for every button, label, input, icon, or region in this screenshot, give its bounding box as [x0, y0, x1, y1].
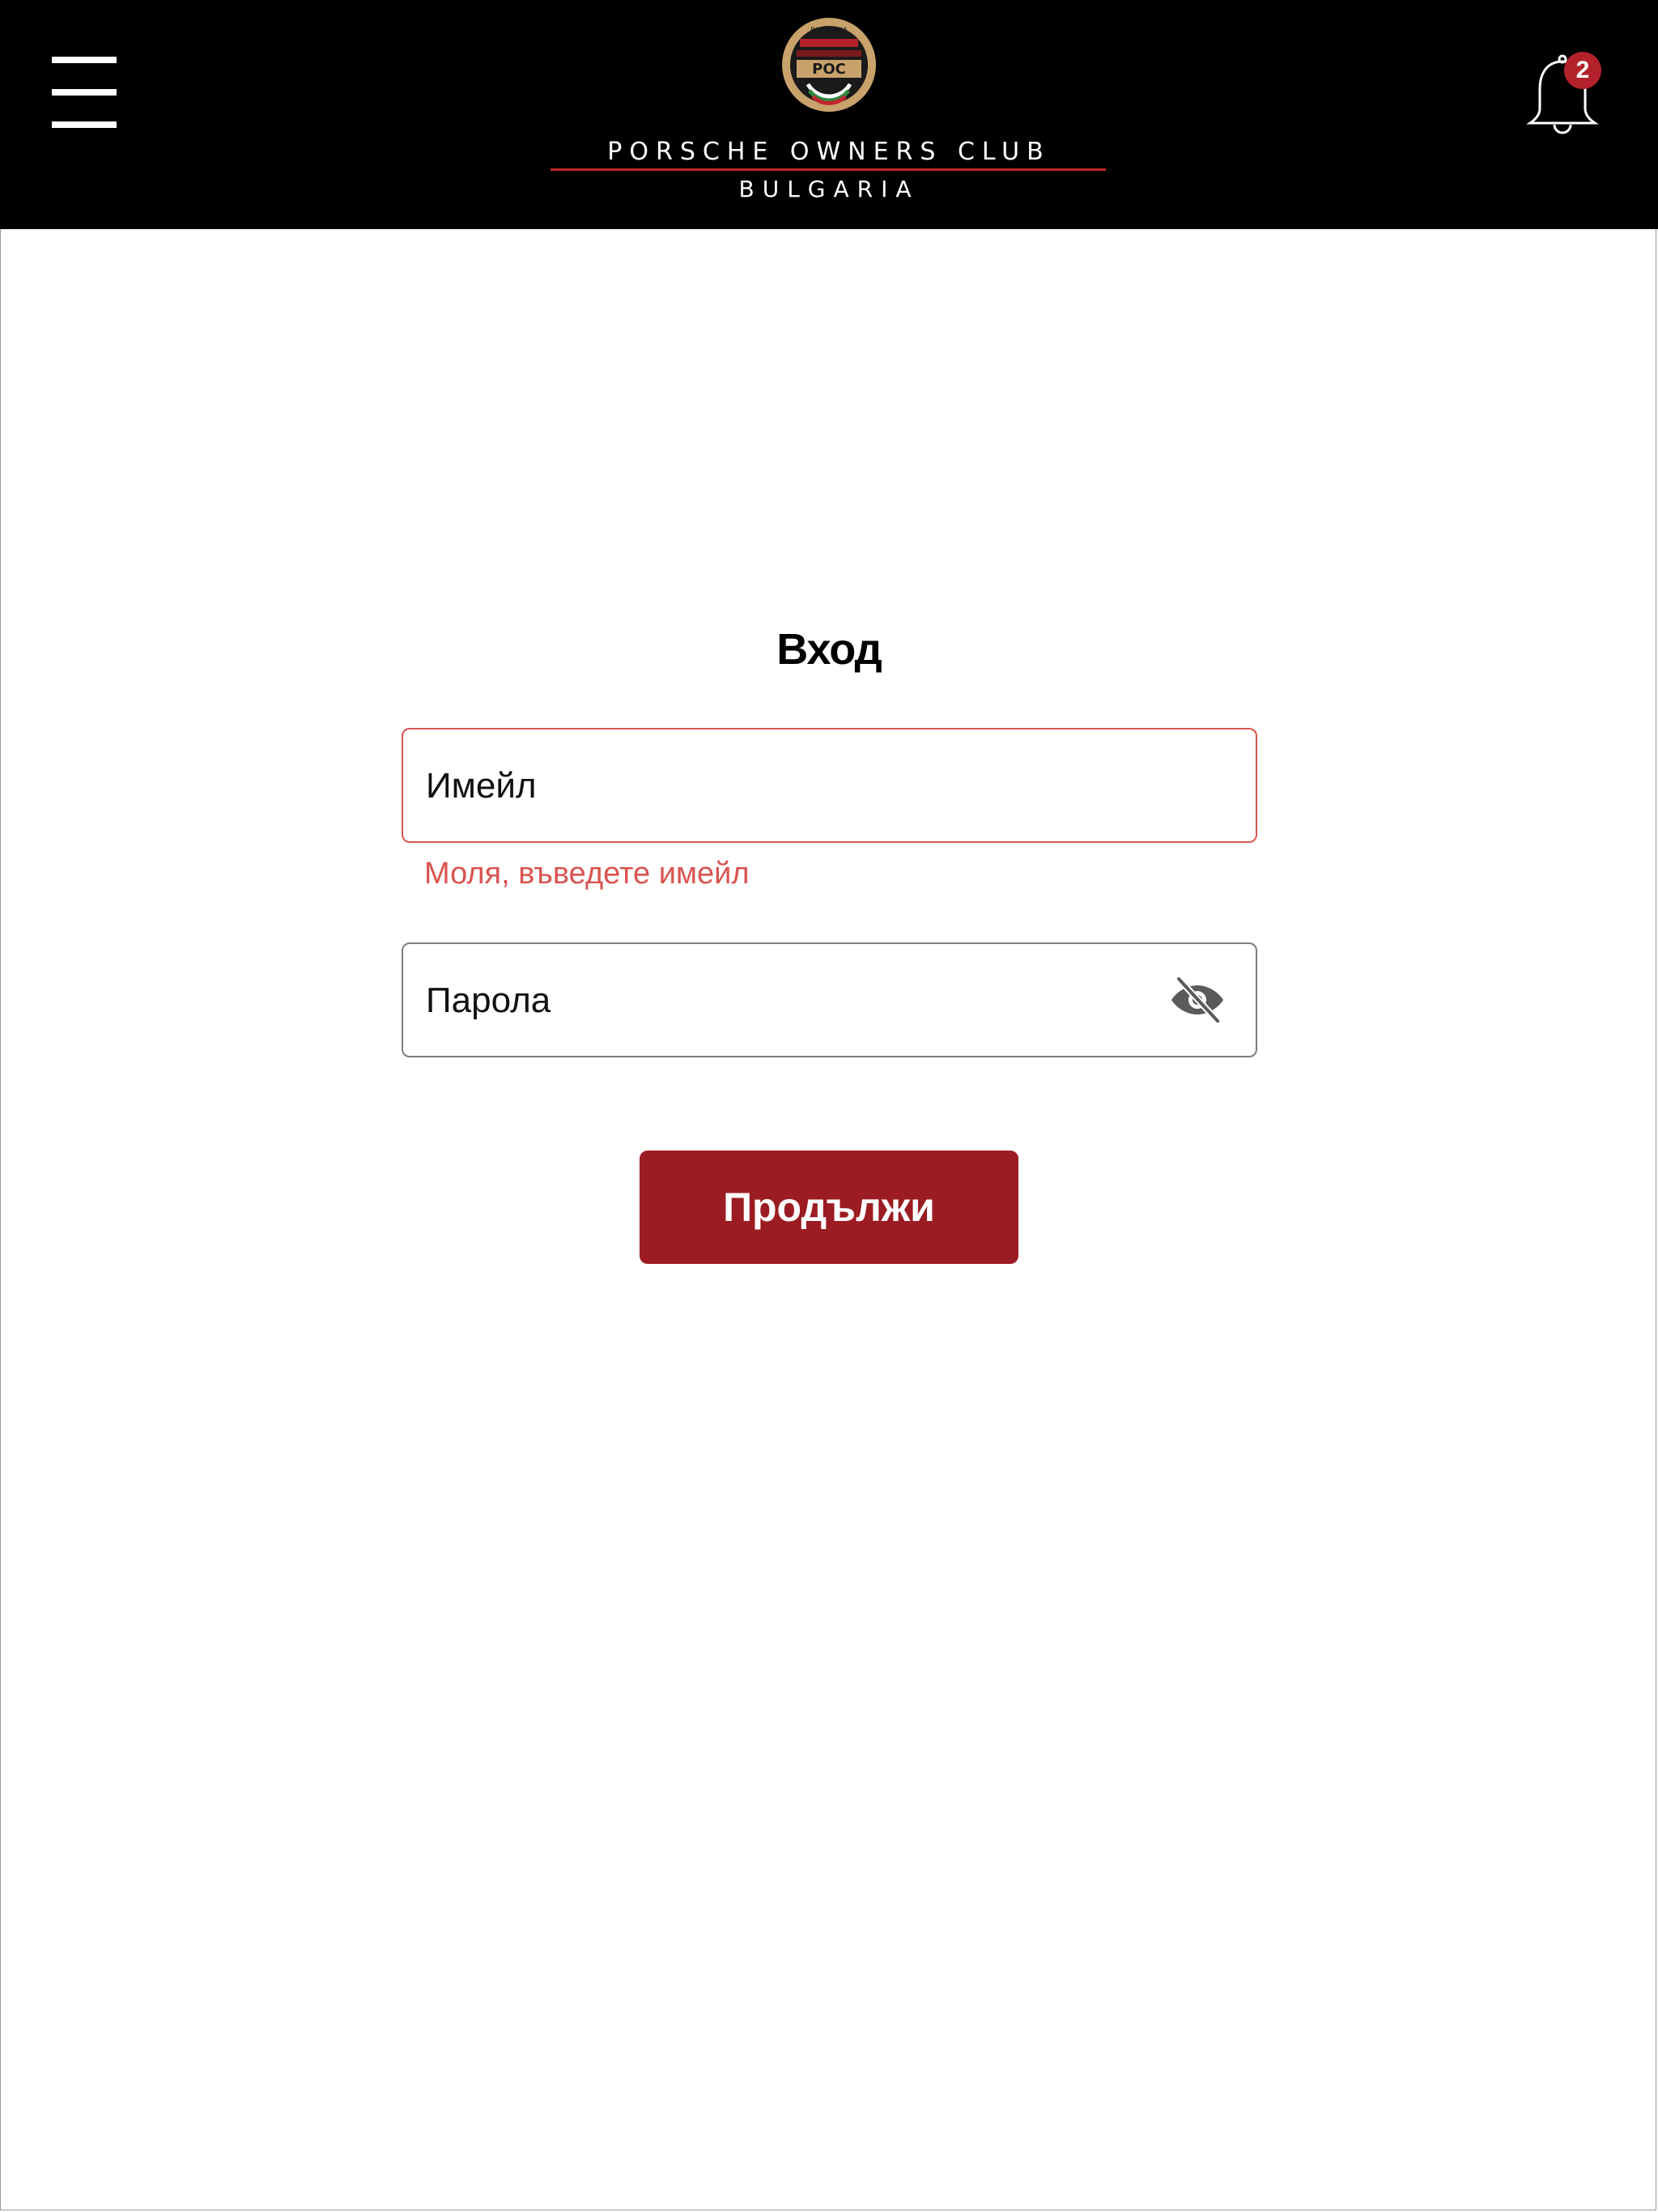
top-header: POC BULGARIA PORSCHE OWNERS CLUB BULGARI… [0, 0, 1658, 229]
notification-count-badge: 2 [1564, 52, 1601, 89]
login-title: Вход [776, 625, 882, 674]
password-visibility-toggle[interactable] [1169, 974, 1226, 1026]
logo-subtitle: BULGARIA [738, 176, 920, 202]
hamburger-menu-icon[interactable] [52, 57, 117, 128]
emblem-top-text: BULGARIA [810, 27, 848, 35]
eye-slash-icon [1171, 976, 1223, 1024]
page-frame [0, 0, 1656, 2210]
password-input[interactable] [426, 960, 1138, 1041]
email-input[interactable] [426, 746, 1203, 827]
logo-divider [551, 168, 1106, 171]
email-field[interactable] [402, 728, 1257, 843]
club-logo[interactable]: POC BULGARIA PORSCHE OWNERS CLUB BULGARI… [546, 16, 1112, 202]
email-error-message: Моля, въведете имейл [424, 857, 750, 891]
logo-title: PORSCHE OWNERS CLUB [607, 138, 1051, 166]
poc-emblem-icon: POC BULGARIA [782, 18, 876, 112]
password-field[interactable] [402, 942, 1257, 1057]
emblem-center-text: POC [812, 61, 846, 78]
continue-button[interactable]: Продължи [640, 1151, 1018, 1264]
